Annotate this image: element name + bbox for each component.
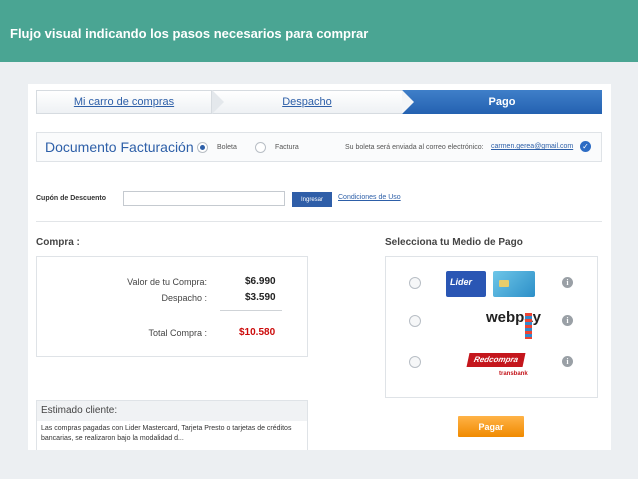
- notice-text: Las compras pagadas con Lider Mastercard…: [41, 425, 292, 442]
- pay-button[interactable]: Pagar: [458, 416, 524, 437]
- info-icon[interactable]: i: [562, 277, 573, 288]
- check-icon: ✓: [580, 141, 591, 152]
- credit-card-logo: [493, 271, 535, 297]
- customer-notice: Estimado cliente: Las compras pagadas co…: [36, 400, 308, 450]
- shipping-value: $3.590: [245, 292, 276, 303]
- slide-title: Flujo visual indicando los pasos necesar…: [10, 26, 369, 41]
- coupon-submit-button[interactable]: Ingresar: [292, 192, 332, 207]
- step-arrow: [212, 90, 224, 114]
- total-value: $10.580: [239, 327, 276, 338]
- checkout-steps: Mi carro de compras Despacho Pago: [36, 90, 602, 114]
- webpay-radio[interactable]: [409, 315, 421, 327]
- notice-title: Estimado cliente:: [37, 401, 307, 421]
- info-icon[interactable]: i: [562, 356, 573, 367]
- coupon-label: Cupón de Descuento: [36, 195, 107, 202]
- slide-header: Flujo visual indicando los pasos necesar…: [0, 0, 638, 62]
- terms-link[interactable]: Condiciones de Uso: [338, 194, 401, 201]
- coupon-input[interactable]: [123, 191, 285, 206]
- boleta-radio[interactable]: [197, 142, 208, 153]
- subtotal-value: $6.990: [245, 276, 276, 287]
- redcompra-logo: Redcompra: [466, 353, 526, 367]
- redcompra-radio[interactable]: [409, 356, 421, 368]
- email-notice: Su boleta será enviada al correo electró…: [345, 144, 484, 151]
- payment-methods: Lider i webpay i Redcompra transbank i: [385, 256, 598, 398]
- divider: [36, 221, 602, 222]
- factura-label: Factura: [275, 144, 299, 151]
- compra-title: Compra :: [36, 237, 80, 248]
- info-icon[interactable]: i: [562, 315, 573, 326]
- lider-radio[interactable]: [409, 277, 421, 289]
- shipping-label: Despacho :: [161, 293, 207, 303]
- order-summary: Valor de tu Compra: $6.990 Despacho : $3…: [36, 256, 308, 357]
- webpay-logo: webpay: [486, 309, 542, 326]
- step-cart[interactable]: Mi carro de compras: [36, 90, 212, 114]
- subtotal-label: Valor de tu Compra:: [127, 277, 207, 287]
- lider-card-logo: Lider: [446, 271, 486, 297]
- billing-document: Documento Facturación : Boleta Factura S…: [36, 132, 602, 162]
- step-arrow: [402, 90, 414, 114]
- total-label: Total Compra :: [148, 328, 207, 338]
- boleta-label: Boleta: [217, 144, 237, 151]
- summary-separator: [220, 310, 282, 311]
- email-link[interactable]: carmen.gerea@gmail.com: [491, 143, 573, 150]
- billing-title: Documento Facturación :: [45, 139, 202, 155]
- step-shipping[interactable]: Despacho: [212, 90, 402, 114]
- checkout-screenshot: Mi carro de compras Despacho Pago Docume…: [28, 84, 611, 450]
- webpay-card-strip: [525, 313, 532, 339]
- factura-radio[interactable]: [255, 142, 266, 153]
- transbank-label: transbank: [499, 371, 528, 377]
- step-payment: Pago: [402, 90, 602, 114]
- payment-title: Selecciona tu Medio de Pago: [385, 237, 523, 248]
